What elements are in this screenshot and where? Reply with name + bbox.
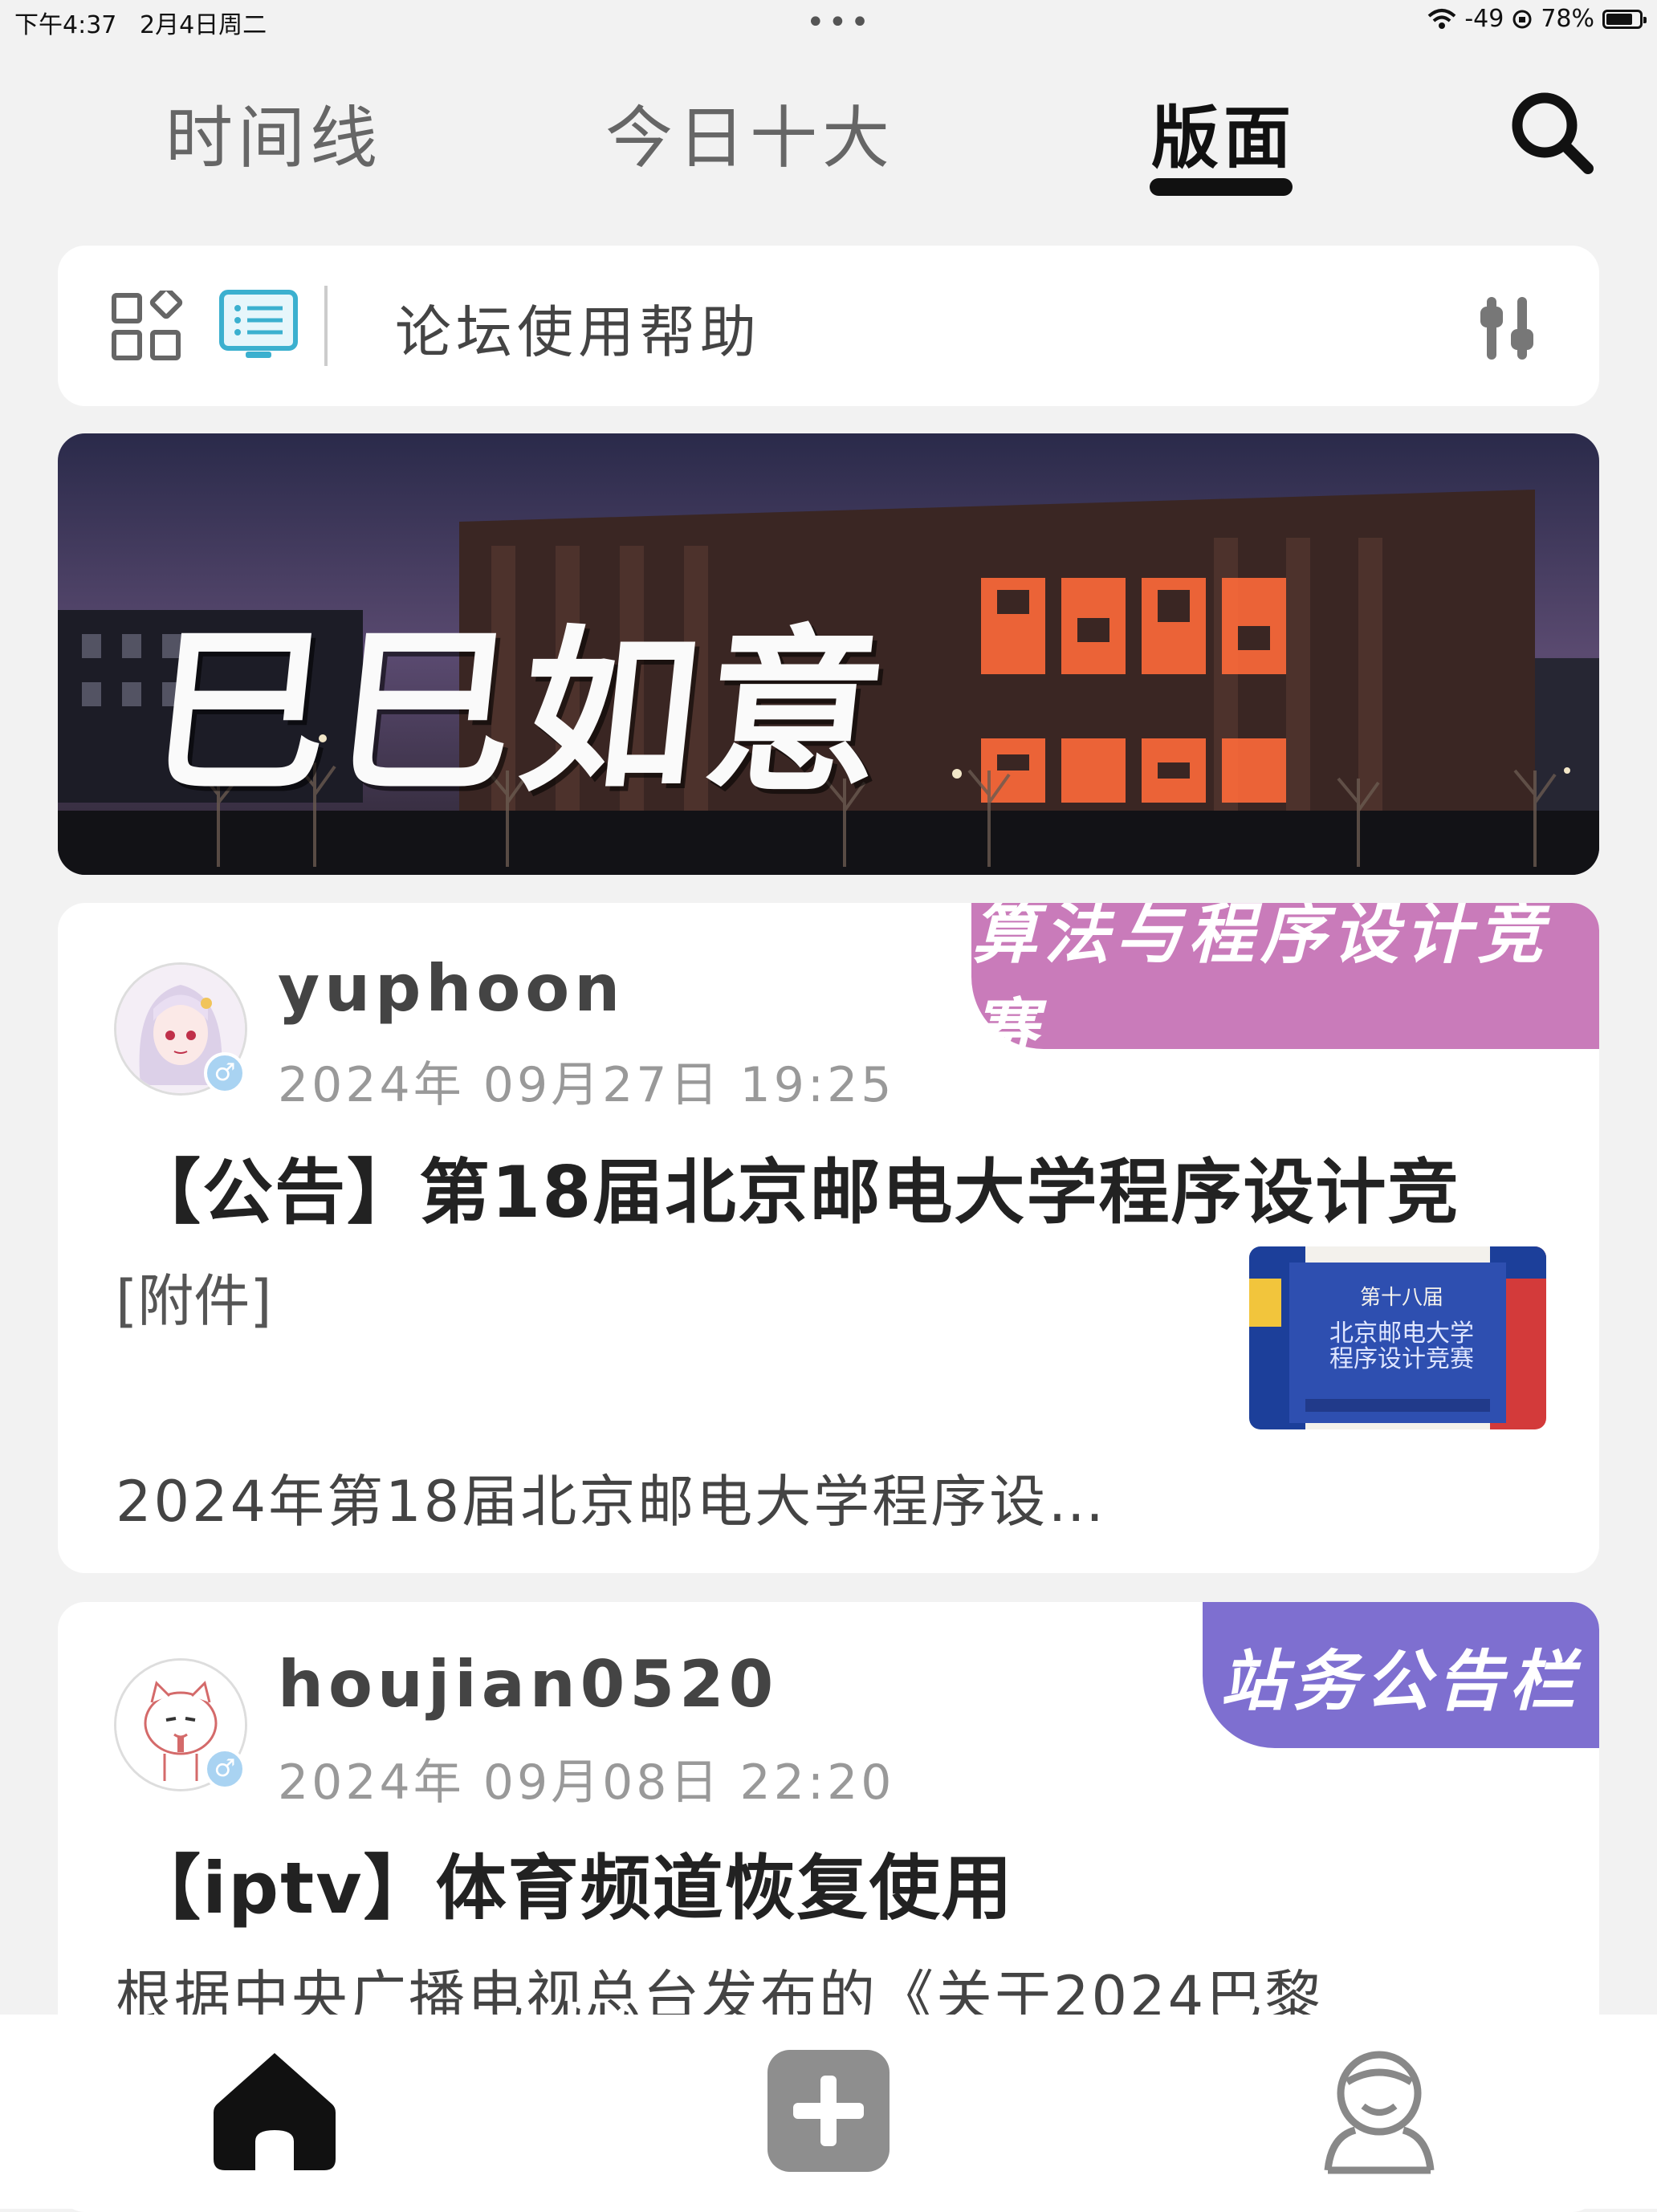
home-icon[interactable]	[210, 2047, 339, 2175]
status-date: 2月4日周二	[139, 11, 267, 39]
wifi-icon	[1427, 8, 1456, 29]
bottom-nav	[0, 2015, 1657, 2209]
toolbar-divider	[324, 286, 328, 366]
post-thumbnail[interactable]: 第十八届 北京邮电大学 程序设计竞赛	[1249, 1246, 1546, 1429]
tab-top-ten[interactable]: 今日十大	[605, 84, 894, 181]
battery-icon	[1602, 9, 1647, 29]
board-tag[interactable]: 站务公告栏	[1203, 1602, 1599, 1748]
gender-badge: ♂	[204, 1748, 246, 1790]
profile-icon[interactable]	[1323, 2047, 1435, 2175]
post-time: 2024年 09月08日 22:20	[278, 1755, 895, 1811]
post-username[interactable]: yuphoon	[278, 951, 625, 1026]
battery-percent: 78%	[1541, 5, 1594, 33]
post-title[interactable]: 【公告】第18届北京邮电大学程序设计竞	[130, 1136, 1460, 1238]
grid-icon[interactable]	[111, 291, 183, 363]
status-bar: 下午4:37 2月4日周二 ••• -49 78%	[0, 0, 1657, 48]
post-excerpt: 2024年第18届北京邮电大学程序设…	[116, 1469, 1107, 1535]
add-icon[interactable]	[764, 2047, 893, 2175]
post-title[interactable]: 【iptv】体育频道恢复使用	[130, 1832, 1014, 1933]
tab-timeline[interactable]: 时间线	[165, 84, 382, 181]
thumb-line3: 程序设计竞赛	[1329, 1346, 1474, 1372]
thumb-line2: 北京邮电大学	[1329, 1320, 1474, 1347]
banner[interactable]: 巳巳如意	[58, 433, 1599, 875]
board-toolbar: 论坛使用帮助	[58, 246, 1599, 406]
thumb-line1: 第十八届	[1360, 1285, 1443, 1309]
multitasking-dots-icon[interactable]: •••	[806, 6, 873, 39]
banner-title: 巳巳如意	[141, 608, 902, 815]
forum-help-link[interactable]: 论坛使用帮助	[395, 287, 761, 368]
post-username[interactable]: houjian0520	[278, 1647, 778, 1722]
attachment-label: [附件]	[116, 1268, 272, 1334]
active-tab-indicator	[1150, 178, 1293, 196]
list-icon[interactable]	[218, 289, 299, 363]
search-icon[interactable]	[1508, 88, 1596, 177]
status-time: 下午4:37	[14, 11, 117, 39]
gender-badge: ♂	[204, 1052, 246, 1094]
post-time: 2024年 09月27日 19:25	[278, 1057, 895, 1113]
signal-value: -49	[1464, 5, 1504, 33]
tune-icon[interactable]	[1479, 294, 1543, 363]
post-card[interactable]: 算法与程序设计竞赛 ♂ yuphoon 2024年 09月27日 19:25 【…	[58, 903, 1599, 1573]
tab-boards[interactable]: 版面	[1151, 84, 1296, 181]
status-time-date: 下午4:37 2月4日周二	[14, 5, 267, 40]
board-tag[interactable]: 算法与程序设计竞赛	[971, 903, 1599, 1068]
status-right: -49 78%	[1427, 5, 1647, 33]
orientation-lock-icon	[1512, 10, 1532, 28]
